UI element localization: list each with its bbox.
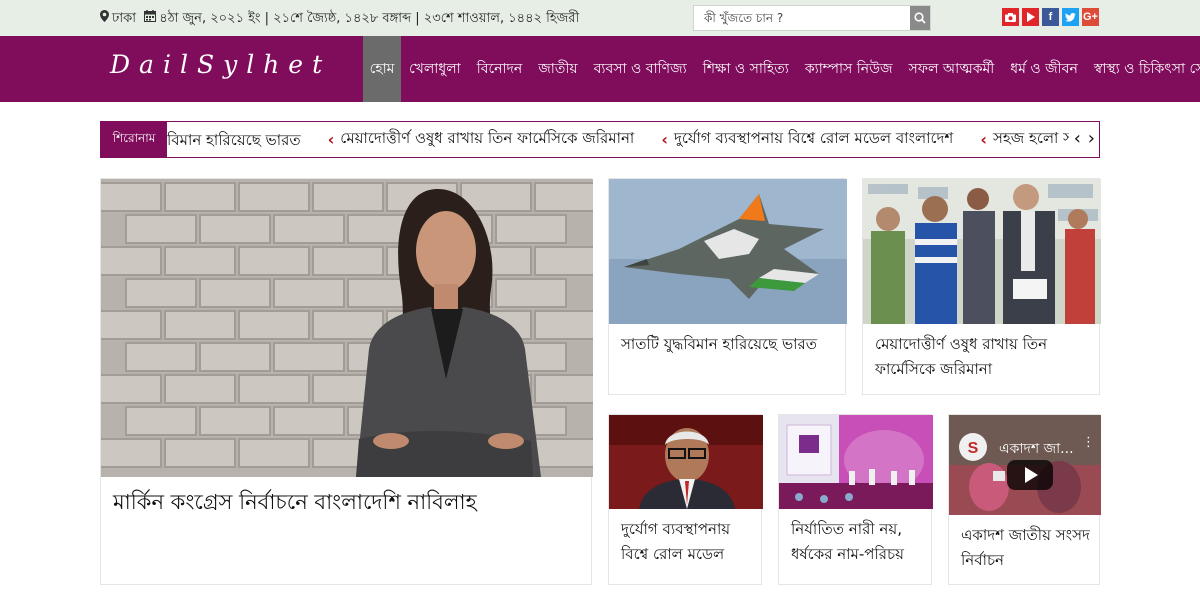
story-video-thumbnail[interactable]: S একাদশ জা... ⋮: [949, 415, 1101, 515]
ticker-track: বিমান হারিয়েছে ভারত ‹ মেয়াদোত্তীর্ণ ওষু…: [167, 122, 1069, 157]
ticker-item-text: মেয়াদোত্তীর্ণ ওষুধ রাখায় তিন ফার্মেসিক…: [340, 129, 635, 147]
facebook-icon[interactable]: f: [1042, 8, 1059, 26]
nav-item-business[interactable]: ব্যবসা ও বাণিজ্য: [586, 36, 695, 102]
ticker-item[interactable]: ‹ মেয়াদোত্তীর্ণ ওষুধ রাখায় তিন ফার্মেসি…: [328, 122, 635, 157]
ticker-prev-button[interactable]: ‹: [1074, 128, 1081, 149]
search-icon: [914, 12, 926, 24]
google-plus-icon[interactable]: G+: [1082, 8, 1099, 26]
site-logo[interactable]: DailSylhet: [110, 50, 331, 79]
location-text: ঢাকা: [112, 11, 136, 26]
nav-item-campus[interactable]: ক্যাম্পাস নিউজ: [797, 36, 901, 102]
story-headline[interactable]: দুর্যোগ ব্যবস্থাপনায় বিশ্বে রোল মডেল: [621, 517, 753, 567]
chevron-left-icon: ‹: [327, 130, 335, 149]
search-box: [693, 5, 931, 31]
story-card[interactable]: মেয়াদোত্তীর্ণ ওষুধ রাখায় তিন ফার্মেসিক…: [862, 178, 1101, 395]
nav-item-home[interactable]: হোম: [363, 36, 401, 102]
story-headline[interactable]: সাতটি যুদ্ধবিমান হারিয়েছে ভারত: [621, 332, 837, 357]
ticker-item[interactable]: ‹ সহজ হলো সরকারি চাকরিজীবী: [980, 122, 1069, 157]
nav-item-health[interactable]: স্বাস্থ্য ও চিকিৎসা সেবা: [1086, 36, 1200, 102]
date-text: ৪ঠা জুন, ২০২১ ইং | ২১শে জ্যৈষ্ঠ, ১৪২৮ বঙ…: [159, 11, 580, 26]
main-navbar: DailSylhet হোম খেলাধুলা বিনোদন জাতীয় ব্…: [0, 36, 1200, 102]
ticker-item[interactable]: বিমান হারিয়েছে ভারত: [167, 124, 301, 157]
svg-text:S: S: [968, 440, 979, 457]
story-card[interactable]: সাতটি যুদ্ধবিমান হারিয়েছে ভারত: [608, 178, 847, 395]
search-input[interactable]: [694, 6, 911, 30]
ticker-next-button[interactable]: ›: [1088, 128, 1095, 149]
story-image[interactable]: [609, 415, 763, 509]
featured-story-headline[interactable]: মার্কিন কংগ্রেস নির্বাচনে বাংলাদেশি নাবি…: [113, 487, 583, 517]
story-image[interactable]: [609, 179, 847, 324]
nav-item-entertainment[interactable]: বিনোদন: [469, 36, 531, 102]
search-button[interactable]: [910, 6, 930, 30]
nav-item-national[interactable]: জাতীয়: [530, 36, 585, 102]
story-card[interactable]: নির্যাতিত নারী নয়, ধর্ষকের নাম-পরিচয়: [778, 414, 933, 585]
date-line: ঢাকা ৪ঠা জুন, ২০২১ ইং | ২১শে জ্যৈষ্ঠ, ১৪…: [100, 9, 579, 30]
featured-story-card[interactable]: মার্কিন কংগ্রেস নির্বাচনে বাংলাদেশি নাবি…: [100, 178, 593, 585]
story-image[interactable]: [779, 415, 933, 509]
ticker-item-text: সহজ হলো সরকারি চাকরিজীবী: [993, 129, 1069, 147]
youtube-play-icon[interactable]: [1022, 8, 1039, 26]
twitter-icon[interactable]: [1062, 8, 1079, 26]
nav-item-religion[interactable]: ধর্ম ও জীবন: [1002, 36, 1086, 102]
more-options-icon[interactable]: ⋮: [1082, 435, 1095, 450]
nav-item-sports[interactable]: খেলাধুলা: [401, 36, 469, 102]
ticker-item-text: বিমান হারিয়েছে ভারত: [167, 131, 301, 149]
headline-ticker: শিরোনাম বিমান হারিয়েছে ভারত ‹ মেয়াদোত্ত…: [100, 121, 1100, 158]
calendar-icon: [144, 10, 157, 25]
story-card[interactable]: দুর্যোগ ব্যবস্থাপনায় বিশ্বে রোল মডেল: [608, 414, 763, 585]
story-card[interactable]: S একাদশ জা... ⋮ একাদশ জাতীয় সংসদ নির্বা…: [948, 414, 1101, 585]
nav-item-entrepreneur[interactable]: সফল আত্মকর্মী: [901, 36, 1003, 102]
camera-icon[interactable]: [1002, 8, 1019, 26]
story-headline[interactable]: মেয়াদোত্তীর্ণ ওষুধ রাখায় তিন ফার্মেসিক…: [875, 332, 1091, 382]
ticker-item[interactable]: ‹ দুর্যোগ ব্যবস্থাপনায় বিশ্বে রোল মডেল ব…: [661, 122, 953, 157]
social-links: f G+: [1002, 8, 1099, 26]
chevron-left-icon: ‹: [980, 130, 987, 149]
location-pin-icon: [100, 10, 109, 25]
ticker-item-text: দুর্যোগ ব্যবস্থাপনায় বিশ্বে রোল মডেল বা…: [673, 129, 954, 147]
featured-story-image[interactable]: [101, 179, 593, 477]
video-overlay-title: একাদশ জা...: [999, 441, 1074, 457]
story-headline[interactable]: একাদশ জাতীয় সংসদ নির্বাচন: [961, 523, 1091, 573]
ticker-label: শিরোনাম: [101, 122, 167, 157]
chevron-left-icon: ‹: [661, 130, 668, 149]
main-menu: হোম খেলাধুলা বিনোদন জাতীয় ব্যবসা ও বাণি…: [363, 36, 1200, 102]
story-headline[interactable]: নির্যাতিত নারী নয়, ধর্ষকের নাম-পরিচয়: [791, 517, 923, 567]
top-bar: ঢাকা ৪ঠা জুন, ২০২১ ইং | ২১শে জ্যৈষ্ঠ, ১৪…: [0, 0, 1200, 36]
story-image[interactable]: [863, 179, 1101, 324]
nav-item-education[interactable]: শিক্ষা ও সাহিত্য: [695, 36, 797, 102]
